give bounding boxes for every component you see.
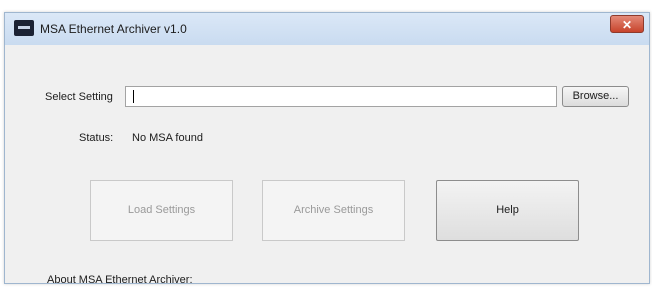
close-icon: ✕ xyxy=(621,18,633,32)
setting-path-input[interactable] xyxy=(125,86,557,107)
window-title: MSA Ethernet Archiver v1.0 xyxy=(40,22,187,36)
load-settings-button[interactable]: Load Settings xyxy=(90,180,233,241)
help-button[interactable]: Help xyxy=(436,180,579,241)
about-label: About MSA Ethernet Archiver: xyxy=(47,274,193,286)
close-button[interactable]: ✕ xyxy=(610,15,644,33)
app-window: MSA Ethernet Archiver v1.0 ✕ Select Sett… xyxy=(4,12,650,286)
client-area: Select Setting Browse... Status: No MSA … xyxy=(5,45,649,286)
text-caret xyxy=(133,90,134,103)
status-label: Status: xyxy=(79,132,114,144)
app-icon xyxy=(14,20,34,36)
status-value: No MSA found xyxy=(132,132,203,144)
browse-button[interactable]: Browse... xyxy=(562,86,629,107)
archive-settings-button[interactable]: Archive Settings xyxy=(262,180,405,241)
select-setting-label: Select Setting xyxy=(45,91,113,103)
title-bar[interactable]: MSA Ethernet Archiver v1.0 ✕ xyxy=(5,13,649,45)
